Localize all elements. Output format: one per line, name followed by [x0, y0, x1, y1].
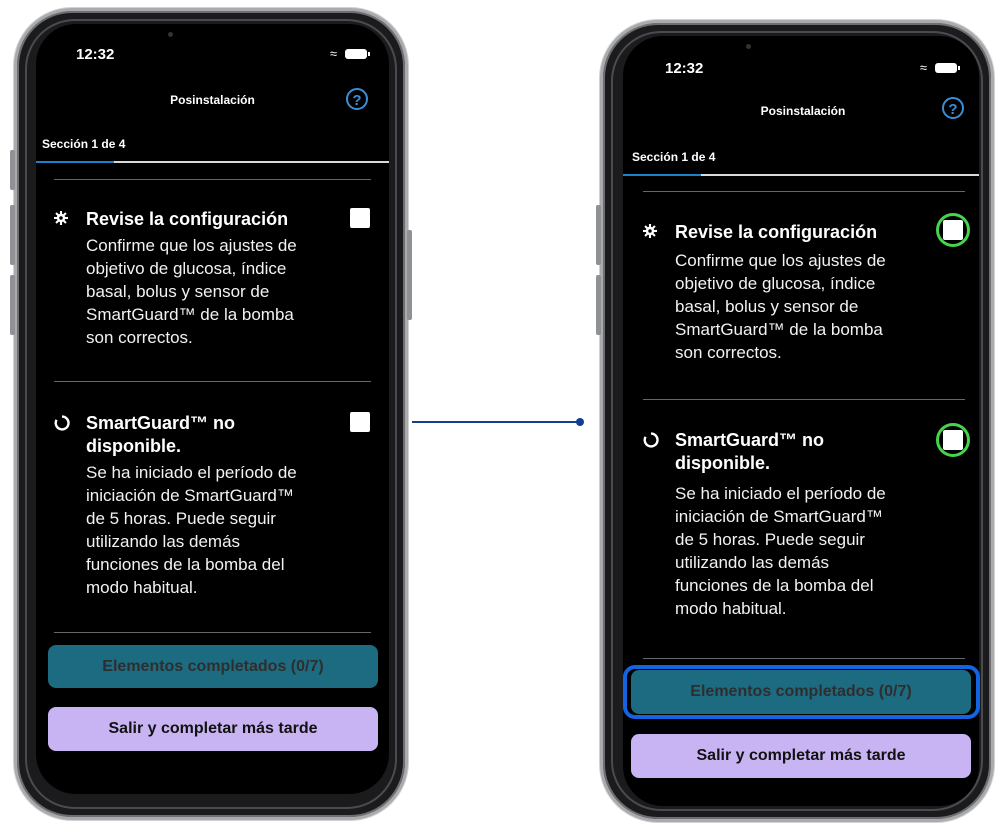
page-title: Posinstalación: [170, 93, 255, 107]
item-title: Revise la configuración: [675, 222, 878, 242]
section-label: Sección 1 de 4: [632, 150, 716, 164]
item-checkbox[interactable]: [350, 208, 370, 228]
item-title: SmartGuard™ no disponible.: [675, 430, 825, 473]
status-icons: ≈: [919, 60, 960, 75]
question-mark-icon[interactable]: ?: [346, 88, 368, 110]
right-phone-side-button: [596, 275, 601, 335]
gear-icon: [54, 211, 68, 225]
left-phone-side-button: [10, 150, 15, 190]
item-title: Revise la configuración: [86, 209, 289, 229]
item-body: Se ha iniciado el período de iniciación d…: [86, 463, 297, 597]
section-progress-fill: [36, 161, 114, 163]
highlight-ring: [936, 213, 970, 247]
item-body: Se ha iniciado el período de iniciación d…: [675, 484, 886, 618]
loading-ring-icon: [643, 432, 659, 448]
exit-complete-later-button[interactable]: Salir y completar más tarde: [48, 707, 378, 751]
wifi-icon: ≈: [329, 46, 337, 61]
status-icons: ≈: [329, 46, 370, 61]
section-progress-fill: [623, 174, 702, 176]
left-phone-screen: 12:32 ≈ Posinstalación ? Sección 1 de 4 …: [36, 24, 389, 794]
divider: [643, 658, 965, 659]
right-phone-side-button: [596, 205, 601, 265]
completed-items-button[interactable]: Elementos completados (0/7): [48, 645, 378, 688]
section-progress-bar: [623, 174, 979, 176]
left-phone-side-button: [10, 205, 15, 265]
question-mark-icon[interactable]: ?: [942, 97, 964, 119]
item-body: Confirme que los ajustes de objetivo de g…: [86, 236, 297, 347]
section-label: Sección 1 de 4: [42, 137, 126, 151]
item-checkbox[interactable]: [350, 412, 370, 432]
divider: [54, 179, 371, 180]
item-title: SmartGuard™ no disponible.: [86, 413, 236, 456]
battery-icon: [935, 62, 960, 73]
item-body: Confirme que los ajustes de objetivo de g…: [675, 251, 886, 362]
notch: [716, 36, 886, 64]
gear-icon: [643, 224, 657, 238]
highlight-box: [623, 665, 980, 719]
wifi-icon: ≈: [919, 60, 927, 75]
loading-ring-icon: [54, 415, 70, 431]
divider: [643, 399, 965, 400]
left-phone-side-button: [10, 275, 15, 335]
status-time: 12:32: [76, 46, 115, 63]
divider: [54, 632, 371, 633]
section-progress-bar: [36, 161, 389, 163]
status-time: 12:32: [665, 60, 704, 77]
notch: [137, 24, 288, 52]
highlight-ring: [936, 423, 970, 457]
page-title: Posinstalación: [760, 104, 846, 118]
left-phone-power-button: [407, 230, 412, 320]
battery-icon: [345, 48, 370, 59]
exit-complete-later-button[interactable]: Salir y completar más tarde: [631, 734, 971, 778]
divider: [54, 381, 371, 382]
divider: [643, 191, 965, 192]
